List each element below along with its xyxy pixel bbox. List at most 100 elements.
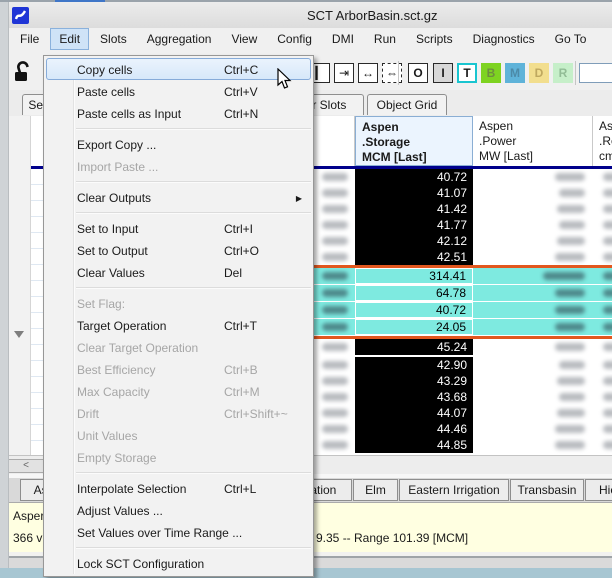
menubar-item-config[interactable]: Config [268, 28, 321, 50]
storage-value-cell[interactable]: 42.12 [355, 233, 473, 249]
window-title: SCT ArborBasin.sct.gz [307, 8, 438, 23]
menubar-item-run[interactable]: Run [365, 28, 405, 50]
redacted-blur [603, 361, 612, 369]
power-value-cell-redacted [473, 389, 593, 405]
column-header-line: Asp [599, 119, 612, 133]
menubar-item-aggregation[interactable]: Aggregation [138, 28, 221, 50]
object-tab-elm[interactable]: Elm [353, 479, 398, 501]
column-header-asp-re[interactable]: Asp.Recms [593, 116, 612, 166]
scroll-left-button[interactable]: < [8, 459, 44, 473]
flag-button-o[interactable]: O [408, 63, 428, 83]
collapse-triangle-icon[interactable] [14, 331, 24, 338]
menu-item-set-flag: Set Flag: [46, 292, 311, 314]
status-slot-name: Asper [13, 509, 45, 523]
redacted-blur [322, 361, 348, 369]
expand-column-right-icon[interactable]: ⇥ [334, 63, 354, 83]
storage-value-cell[interactable]: 64.78 [355, 285, 473, 301]
storage-value-cell[interactable]: 40.72 [355, 169, 473, 185]
flag-button-m[interactable]: M [505, 63, 525, 83]
menubar-item-slots[interactable]: Slots [91, 28, 136, 50]
storage-value-cell[interactable]: 44.46 [355, 421, 473, 437]
menubar-item-view[interactable]: View [222, 28, 266, 50]
menu-item-adjust-values[interactable]: Adjust Values ... [46, 499, 311, 521]
power-value-cell-redacted [473, 185, 593, 201]
flag-button-r[interactable]: R [553, 63, 573, 83]
storage-value-cell[interactable]: 41.42 [355, 201, 473, 217]
menu-item-export-copy[interactable]: Export Copy ... [46, 133, 311, 155]
storage-value-cell[interactable]: 43.68 [355, 389, 473, 405]
object-tab-transbasin[interactable]: Transbasin [510, 479, 584, 501]
menubar-item-file[interactable]: File [11, 28, 48, 50]
redacted-blur [555, 173, 585, 181]
power-value-cell-redacted [473, 437, 593, 453]
menu-item-unit-values: Unit Values [46, 424, 311, 446]
menu-item-set-to-input[interactable]: Set to Input Ctrl+I [46, 217, 311, 239]
menu-item-clear-target-operation: Clear Target Operation [46, 336, 311, 358]
storage-value-cell[interactable]: 40.72 [355, 302, 473, 318]
storage-value-cell[interactable]: 41.77 [355, 217, 473, 233]
redacted-blur [603, 253, 612, 261]
menu-item-label: Empty Storage [77, 451, 157, 465]
menu-item-label: Set Values over Time Range ... [77, 526, 243, 540]
menu-item-paste-cells-as-input[interactable]: Paste cells as Input Ctrl+N [46, 102, 311, 124]
redacted-blur [543, 272, 585, 280]
column-header-line: cms [599, 149, 612, 163]
menubar-item-edit[interactable]: Edit [50, 28, 90, 50]
menu-item-set-to-output[interactable]: Set to Output Ctrl+O [46, 239, 311, 261]
frozen-row-strip [31, 169, 43, 455]
storage-value-cell[interactable]: 44.85 [355, 437, 473, 453]
menu-item-paste-cells[interactable]: Paste cells Ctrl+V [46, 80, 311, 102]
fit-column-width-icon[interactable]: ↔ [358, 63, 378, 83]
redacted-blur [557, 409, 585, 417]
menu-separator [76, 181, 311, 183]
flag-button-t[interactable]: T [457, 63, 477, 83]
redacted-blur [603, 409, 612, 417]
fit-all-columns-icon[interactable]: ⇔ [382, 63, 402, 83]
storage-value-cell[interactable]: 41.07 [355, 185, 473, 201]
toolbar-value-field[interactable] [579, 63, 612, 83]
menu-item-target-operation[interactable]: Target Operation Ctrl+T [46, 314, 311, 336]
third-value-cell-redacted [593, 389, 612, 405]
menubar-item-dmi[interactable]: DMI [323, 28, 363, 50]
third-value-cell-redacted [593, 319, 612, 335]
redacted-blur [603, 425, 612, 433]
menu-item-copy-cells[interactable]: Copy cells Ctrl+C [46, 58, 311, 80]
menubar-item-diagnostics[interactable]: Diagnostics [464, 28, 544, 50]
third-value-cell-redacted [593, 249, 612, 265]
storage-value-cell[interactable]: 43.29 [355, 373, 473, 389]
storage-value-cell[interactable]: 42.90 [355, 357, 473, 373]
storage-value-cell[interactable]: 45.24 [355, 339, 473, 355]
menu-item-label: Export Copy ... [77, 138, 157, 152]
column-header-aspen-power[interactable]: Aspen .Power MW [Last] [473, 116, 593, 166]
power-value-cell-redacted [473, 268, 593, 284]
redacted-blur [322, 221, 348, 229]
status-value-count: 366 v [13, 531, 43, 545]
flag-button-b[interactable]: B [481, 63, 501, 83]
menu-item-shortcut: Ctrl+V [224, 85, 258, 99]
flag-button-i[interactable]: I [433, 63, 453, 83]
table-row-gutter [8, 116, 31, 455]
storage-value-cell[interactable]: 42.51 [355, 249, 473, 265]
power-value-cell-redacted [473, 169, 593, 185]
object-tab-hicko[interactable]: Hicko [585, 479, 612, 501]
flag-button-d[interactable]: D [529, 63, 549, 83]
redacted-blur [555, 289, 585, 297]
column-header-aspen-storage[interactable]: Aspen .Storage MCM [Last] [355, 116, 473, 166]
storage-value-cell[interactable]: 24.05 [355, 319, 473, 335]
menu-item-clear-values[interactable]: Clear Values Del [46, 261, 311, 283]
menu-item-interpolate-selection[interactable]: Interpolate Selection Ctrl+L [46, 477, 311, 499]
lock-sct-icon[interactable] [12, 59, 34, 85]
menu-item-lock-sct-configuration[interactable]: Lock SCT Configuration [46, 552, 311, 574]
redacted-blur [322, 425, 348, 433]
redacted-blur [559, 189, 585, 197]
menubar-item-scripts[interactable]: Scripts [407, 28, 462, 50]
object-tab-eastern-irrigation[interactable]: Eastern Irrigation [399, 479, 509, 501]
menu-item-set-values-over-time-range[interactable]: Set Values over Time Range ... [46, 521, 311, 543]
third-value-cell-redacted [593, 285, 612, 301]
storage-value-cell[interactable]: 44.07 [355, 405, 473, 421]
menu-item-clear-outputs[interactable]: Clear Outputs ▶ [46, 186, 311, 208]
column-header-line: MCM [Last] [362, 150, 427, 164]
storage-value-cell[interactable]: 314.41 [355, 268, 473, 284]
tab-object-grid[interactable]: Object Grid [367, 94, 447, 115]
menubar-item-go-to[interactable]: Go To [546, 28, 596, 50]
